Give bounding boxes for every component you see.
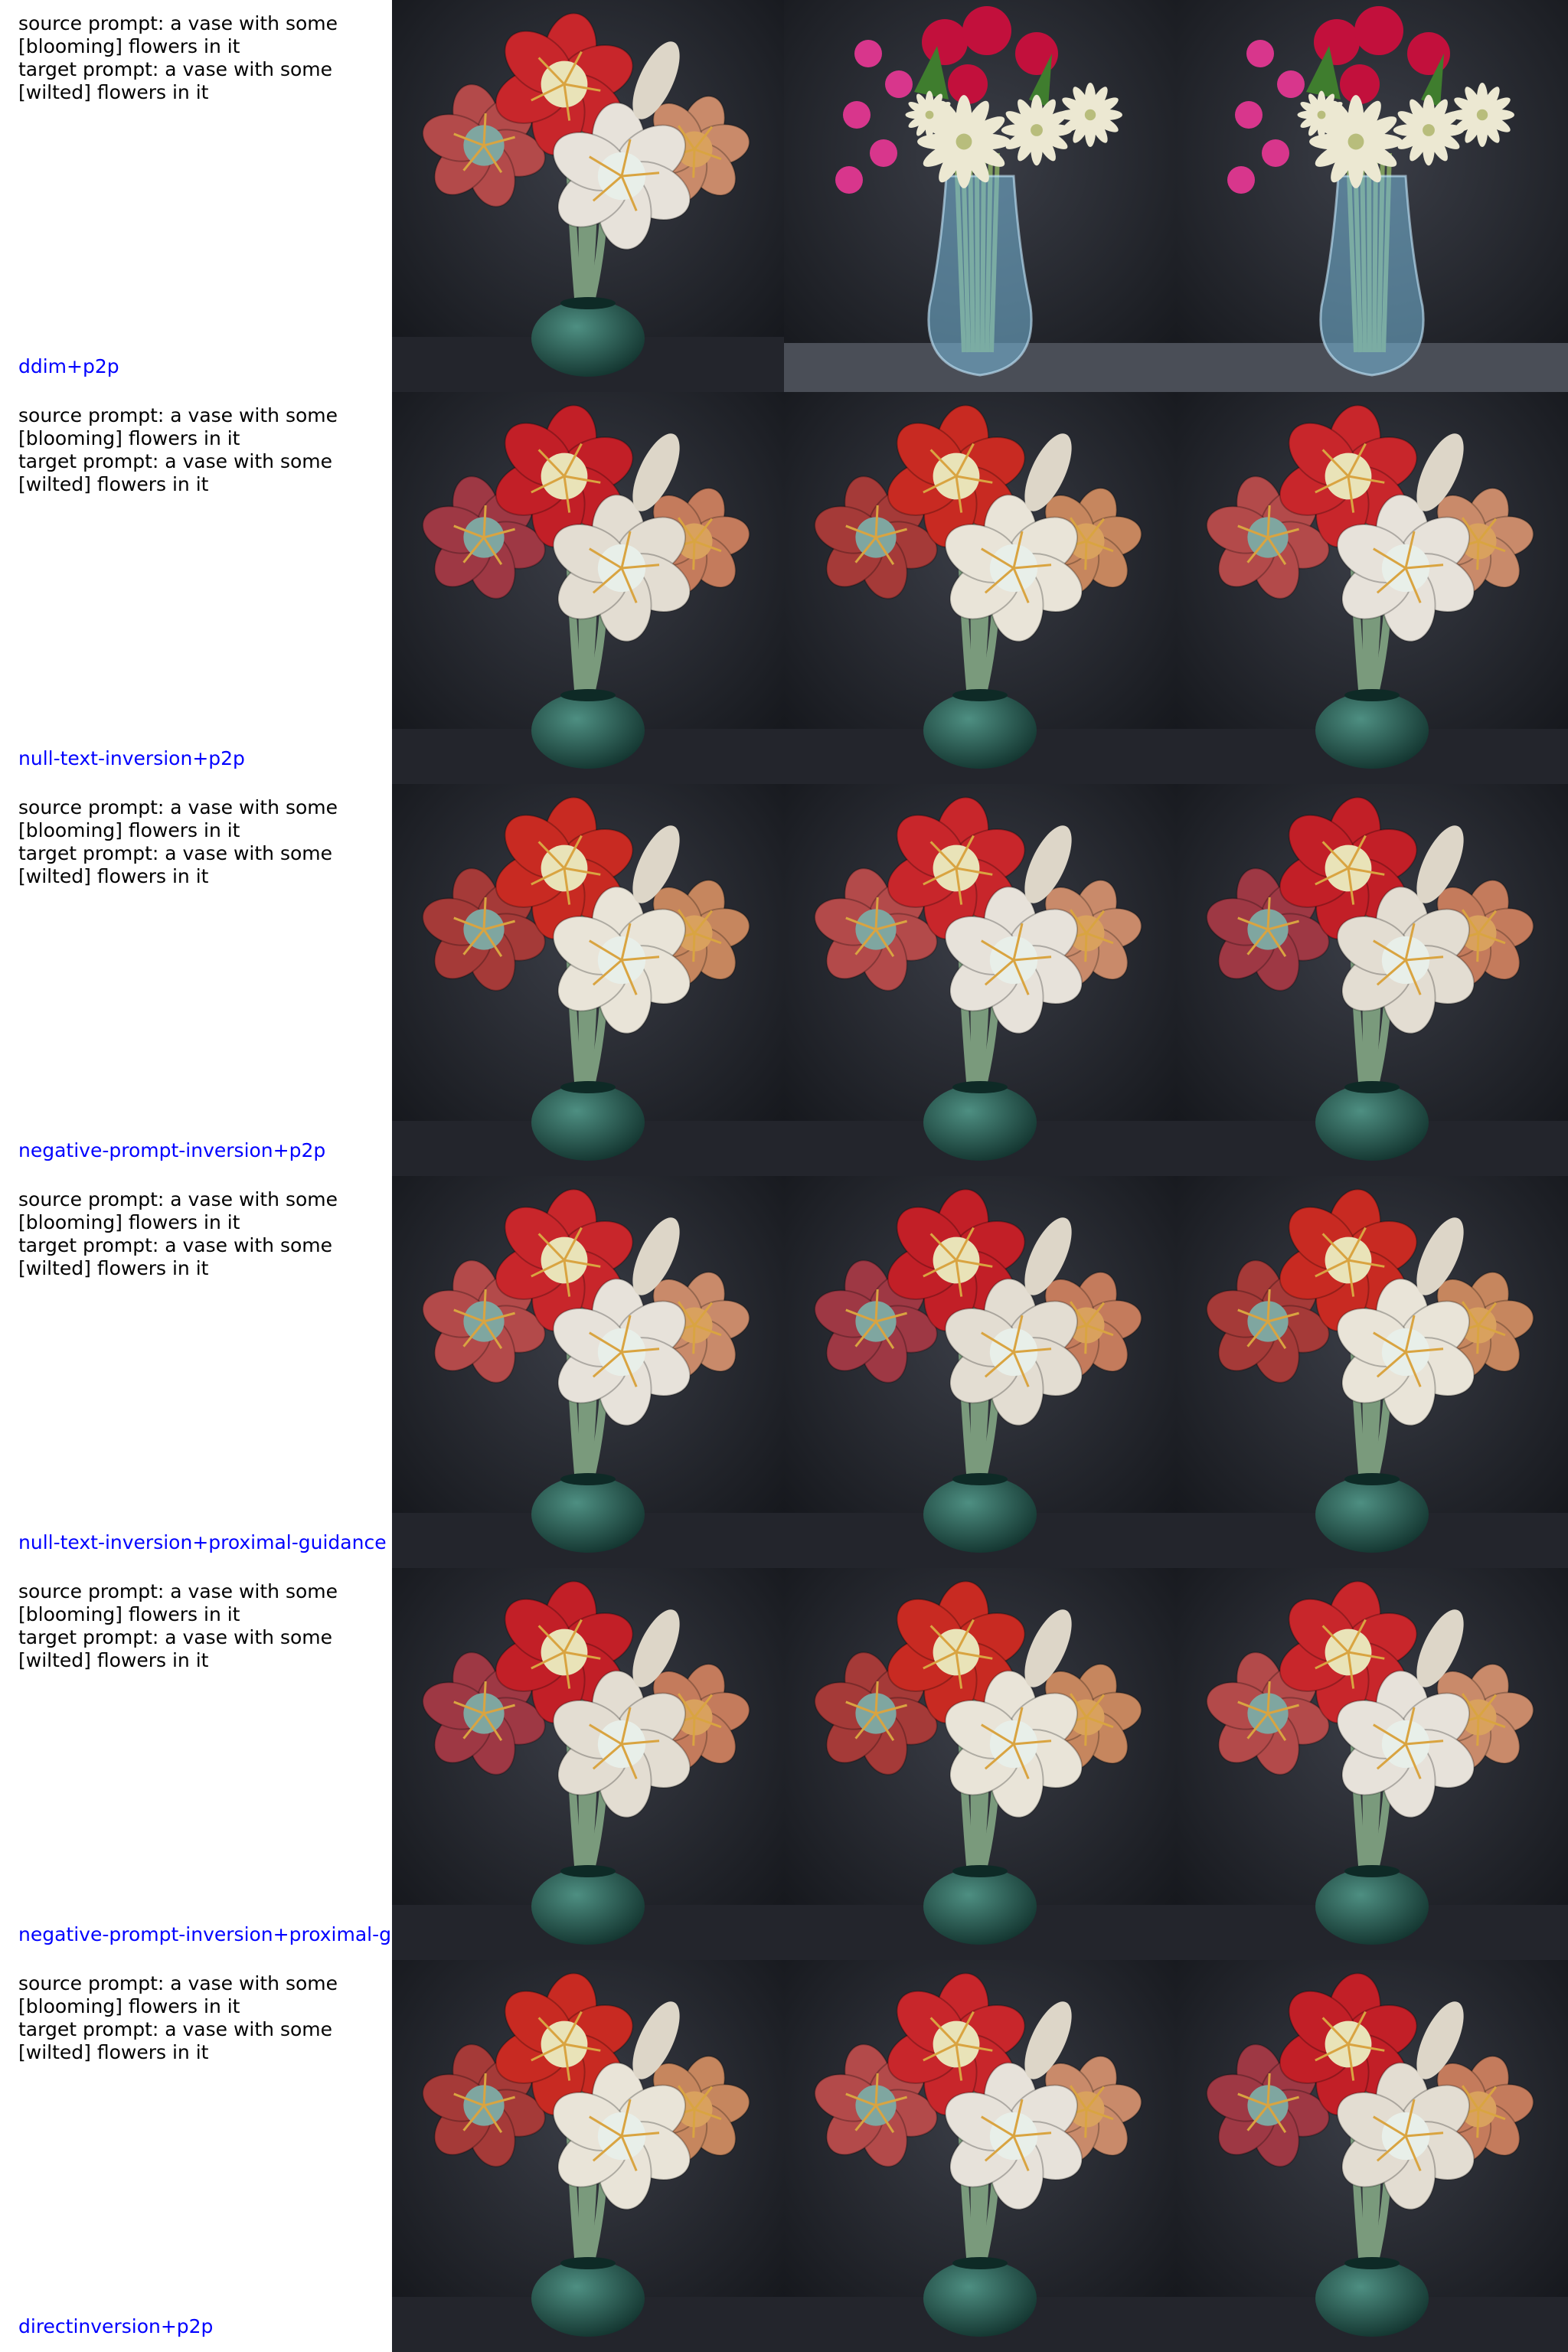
result-row: source prompt: a vase with some [bloomin… bbox=[0, 1568, 1568, 1960]
amaryllis-bouquet-green-vase-picture bbox=[392, 392, 784, 784]
comparison-grid: source prompt: a vase with some [bloomin… bbox=[0, 0, 1568, 2352]
method-label: null-text-inversion+proximal-guidance bbox=[18, 1531, 387, 1553]
edited-image bbox=[1176, 1568, 1568, 1960]
edited-image bbox=[1176, 0, 1568, 392]
amaryllis-bouquet-green-vase-picture bbox=[1176, 1176, 1568, 1568]
amaryllis-bouquet-green-vase-picture bbox=[784, 392, 1176, 784]
vase bbox=[923, 2260, 1037, 2337]
source-prompt: source prompt: a vase with some [bloomin… bbox=[18, 12, 344, 57]
amaryllis-bouquet-green-vase-picture bbox=[784, 784, 1176, 1176]
edited-image bbox=[784, 1176, 1176, 1568]
result-row: source prompt: a vase with some [bloomin… bbox=[0, 0, 1568, 392]
source-prompt: source prompt: a vase with some [bloomin… bbox=[18, 1188, 344, 1233]
source-prompt: source prompt: a vase with some [bloomin… bbox=[18, 796, 344, 841]
method-label: negative-prompt-inversion+proximal-g bbox=[18, 1923, 391, 1945]
result-row: source prompt: a vase with some [bloomin… bbox=[0, 784, 1568, 1176]
row-label-panel: source prompt: a vase with some [bloomin… bbox=[0, 0, 392, 392]
target-prompt: target prompt: a vase with some [wilted]… bbox=[18, 2018, 338, 2063]
vase bbox=[923, 1476, 1037, 1553]
vase bbox=[1315, 1476, 1429, 1553]
target-prompt: target prompt: a vase with some [wilted]… bbox=[18, 1234, 338, 1279]
row-label-panel: source prompt: a vase with some [bloomin… bbox=[0, 1568, 392, 1960]
method-label: directinversion+p2p bbox=[18, 2315, 214, 2337]
edited-image bbox=[784, 392, 1176, 784]
method-label: negative-prompt-inversion+p2p bbox=[18, 1139, 326, 1161]
edited-image bbox=[784, 0, 1176, 392]
pink-white-bouquet-blue-vase-picture bbox=[1176, 0, 1568, 392]
amaryllis-bouquet-green-vase-picture bbox=[784, 1176, 1176, 1568]
target-prompt: target prompt: a vase with some [wilted]… bbox=[18, 1626, 338, 1671]
result-row: source prompt: a vase with some [bloomin… bbox=[0, 1960, 1568, 2352]
glass-vase bbox=[1319, 175, 1425, 377]
amaryllis-bouquet-green-vase-picture bbox=[1176, 1960, 1568, 2352]
vase bbox=[923, 1084, 1037, 1161]
vase bbox=[923, 692, 1037, 769]
vase bbox=[1315, 2260, 1429, 2337]
result-row: source prompt: a vase with some [bloomin… bbox=[0, 392, 1568, 784]
amaryllis-bouquet-green-vase-picture bbox=[392, 784, 784, 1176]
prompt-text: source prompt: a vase with some [bloomin… bbox=[18, 1972, 378, 2064]
edited-image bbox=[1176, 1176, 1568, 1568]
row-label-panel: source prompt: a vase with some [bloomin… bbox=[0, 784, 392, 1176]
source-image bbox=[392, 392, 784, 784]
vase bbox=[1315, 1868, 1429, 1945]
vase bbox=[531, 1476, 645, 1553]
vase bbox=[531, 300, 645, 377]
row-label-panel: source prompt: a vase with some [bloomin… bbox=[0, 392, 392, 784]
vase bbox=[1315, 1084, 1429, 1161]
source-image bbox=[392, 1176, 784, 1568]
vase bbox=[531, 1868, 645, 1945]
target-prompt: target prompt: a vase with some [wilted]… bbox=[18, 842, 338, 887]
source-prompt: source prompt: a vase with some [bloomin… bbox=[18, 1580, 344, 1625]
edited-image bbox=[1176, 784, 1568, 1176]
edited-image bbox=[784, 784, 1176, 1176]
amaryllis-bouquet-green-vase-picture bbox=[392, 0, 784, 392]
amaryllis-bouquet-green-vase-picture bbox=[784, 1960, 1176, 2352]
amaryllis-bouquet-green-vase-picture bbox=[1176, 1568, 1568, 1960]
edited-image bbox=[784, 1568, 1176, 1960]
prompt-text: source prompt: a vase with some [bloomin… bbox=[18, 12, 378, 104]
vase bbox=[923, 1868, 1037, 1945]
prompt-text: source prompt: a vase with some [bloomin… bbox=[18, 1188, 378, 1280]
vase bbox=[1315, 692, 1429, 769]
amaryllis-bouquet-green-vase-picture bbox=[392, 1176, 784, 1568]
source-image bbox=[392, 784, 784, 1176]
vase bbox=[531, 692, 645, 769]
row-label-panel: source prompt: a vase with some [bloomin… bbox=[0, 1960, 392, 2352]
edited-image bbox=[1176, 1960, 1568, 2352]
prompt-text: source prompt: a vase with some [bloomin… bbox=[18, 1580, 378, 1672]
prompt-text: source prompt: a vase with some [bloomin… bbox=[18, 404, 378, 496]
target-prompt: target prompt: a vase with some [wilted]… bbox=[18, 450, 338, 495]
vase bbox=[531, 1084, 645, 1161]
source-image bbox=[392, 1960, 784, 2352]
amaryllis-bouquet-green-vase-picture bbox=[1176, 392, 1568, 784]
amaryllis-bouquet-green-vase-picture bbox=[784, 1568, 1176, 1960]
target-prompt: target prompt: a vase with some [wilted]… bbox=[18, 58, 338, 103]
source-image bbox=[392, 0, 784, 392]
glass-vase bbox=[927, 175, 1033, 377]
source-prompt: source prompt: a vase with some [bloomin… bbox=[18, 404, 344, 449]
vase bbox=[531, 2260, 645, 2337]
result-row: source prompt: a vase with some [bloomin… bbox=[0, 1176, 1568, 1568]
source-prompt: source prompt: a vase with some [bloomin… bbox=[18, 1972, 344, 2017]
amaryllis-bouquet-green-vase-picture bbox=[1176, 784, 1568, 1176]
amaryllis-bouquet-green-vase-picture bbox=[392, 1568, 784, 1960]
edited-image bbox=[784, 1960, 1176, 2352]
source-image bbox=[392, 1568, 784, 1960]
method-label: null-text-inversion+p2p bbox=[18, 747, 245, 769]
method-label: ddim+p2p bbox=[18, 355, 119, 377]
row-label-panel: source prompt: a vase with some [bloomin… bbox=[0, 1176, 392, 1568]
amaryllis-bouquet-green-vase-picture bbox=[392, 1960, 784, 2352]
prompt-text: source prompt: a vase with some [bloomin… bbox=[18, 796, 378, 888]
edited-image bbox=[1176, 392, 1568, 784]
pink-white-bouquet-blue-vase-picture bbox=[784, 0, 1176, 392]
